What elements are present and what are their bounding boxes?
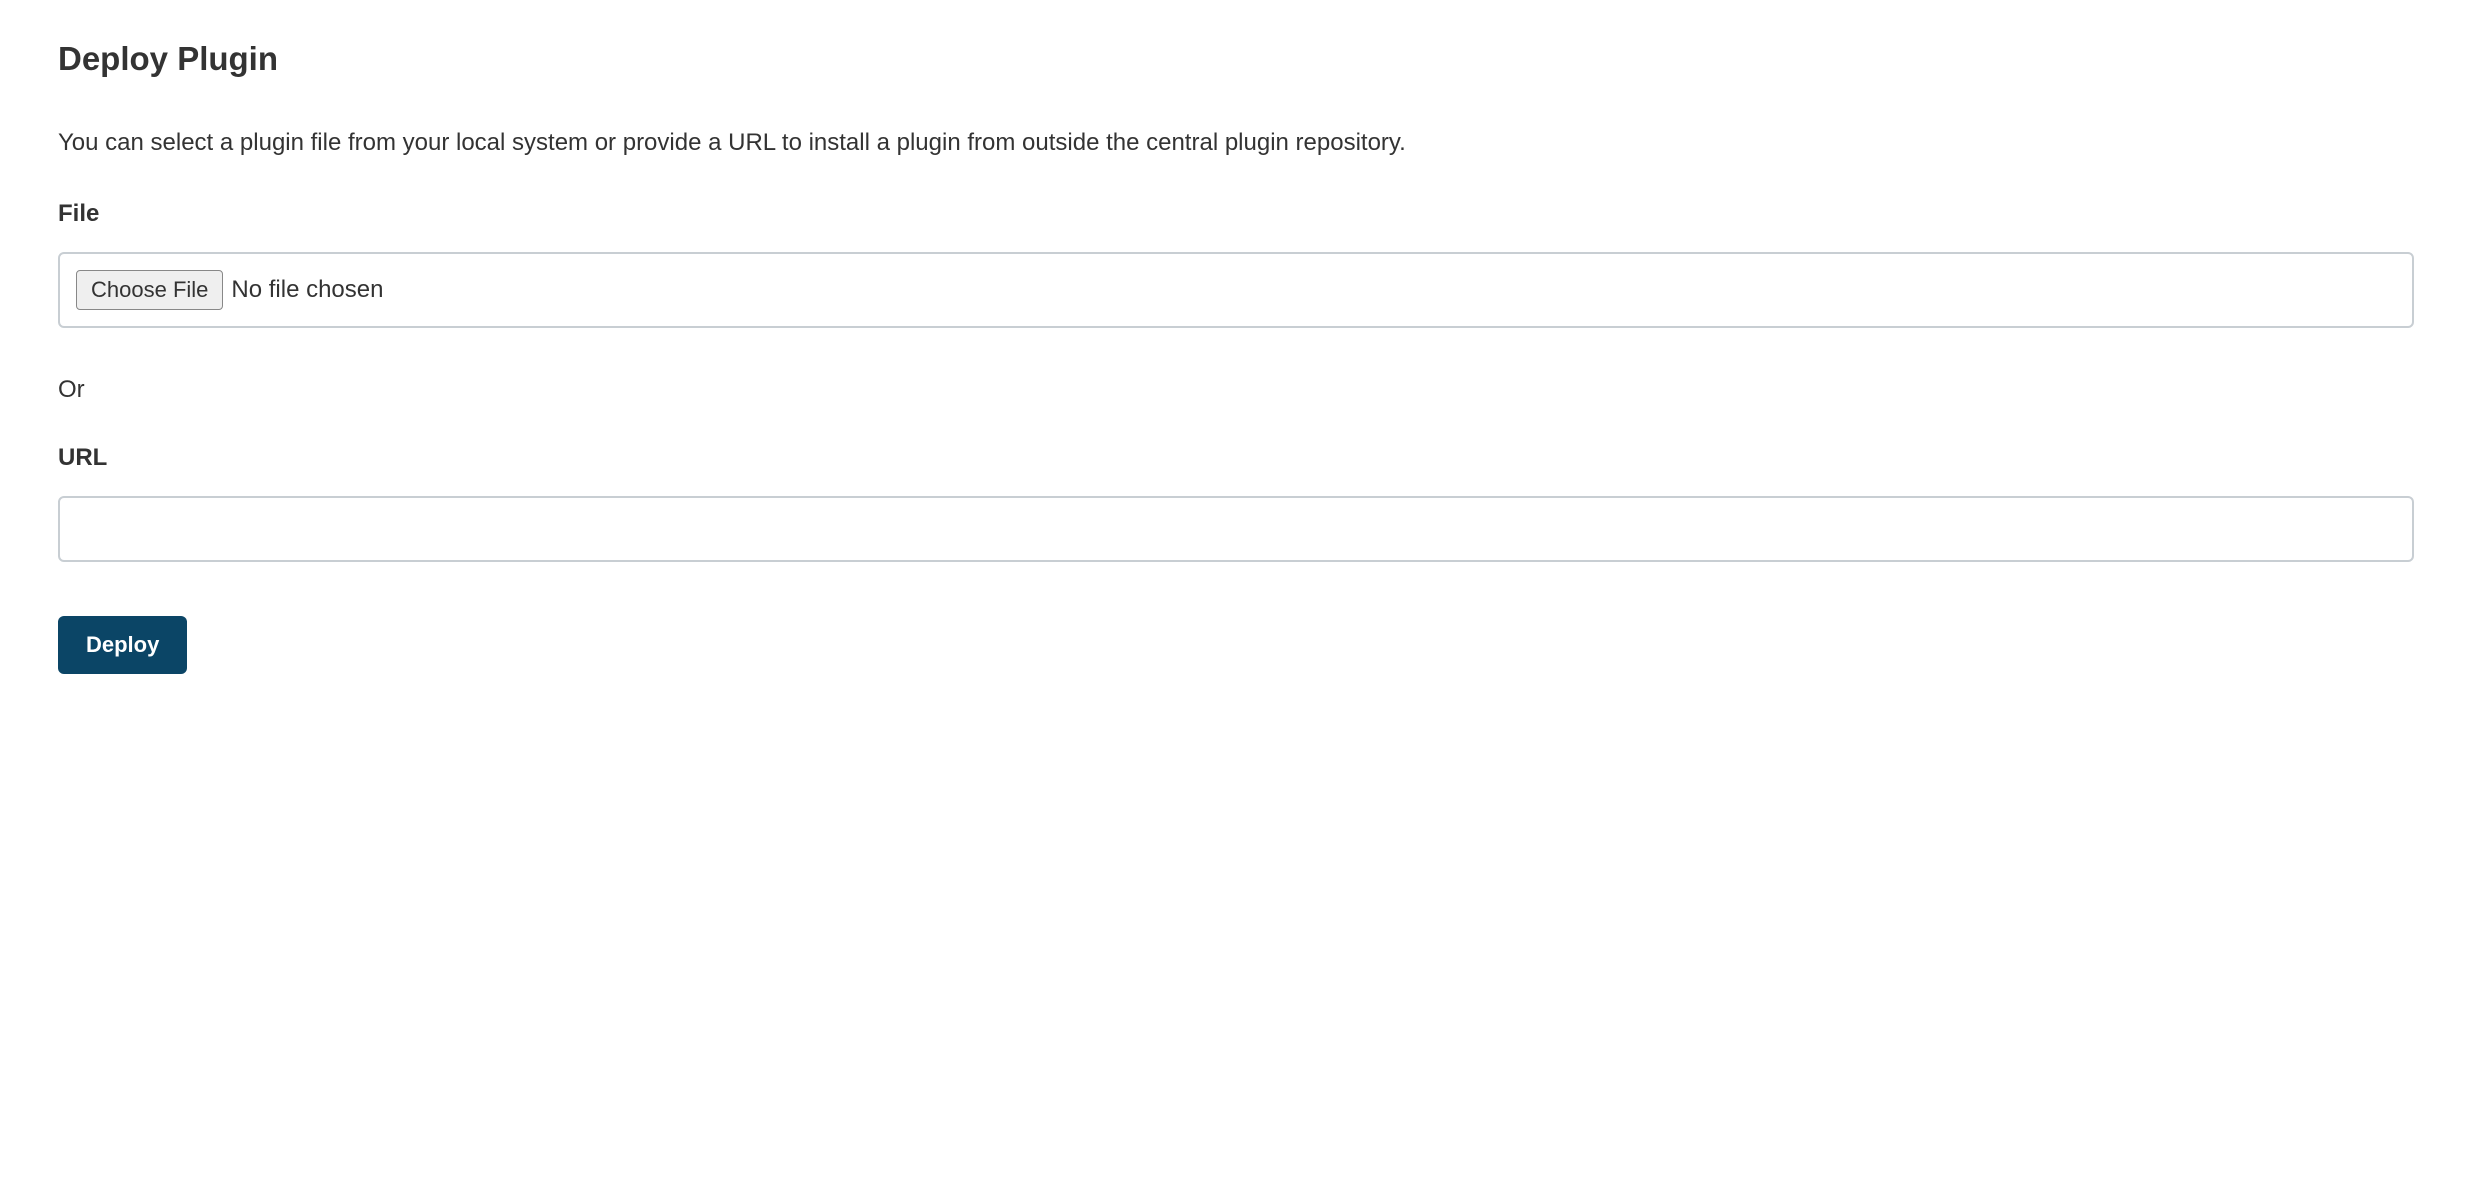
file-label: File <box>58 200 2414 228</box>
url-label: URL <box>58 444 2414 472</box>
deploy-button[interactable]: Deploy <box>58 616 187 674</box>
or-label: Or <box>58 376 2414 404</box>
description-text: You can select a plugin file from your l… <box>58 126 2414 160</box>
choose-file-button[interactable]: Choose File <box>76 270 223 310</box>
page-title: Deploy Plugin <box>58 40 2414 78</box>
file-input-container[interactable]: Choose File No file chosen <box>58 252 2414 328</box>
url-input[interactable] <box>58 496 2414 562</box>
file-status-text: No file chosen <box>231 276 383 304</box>
